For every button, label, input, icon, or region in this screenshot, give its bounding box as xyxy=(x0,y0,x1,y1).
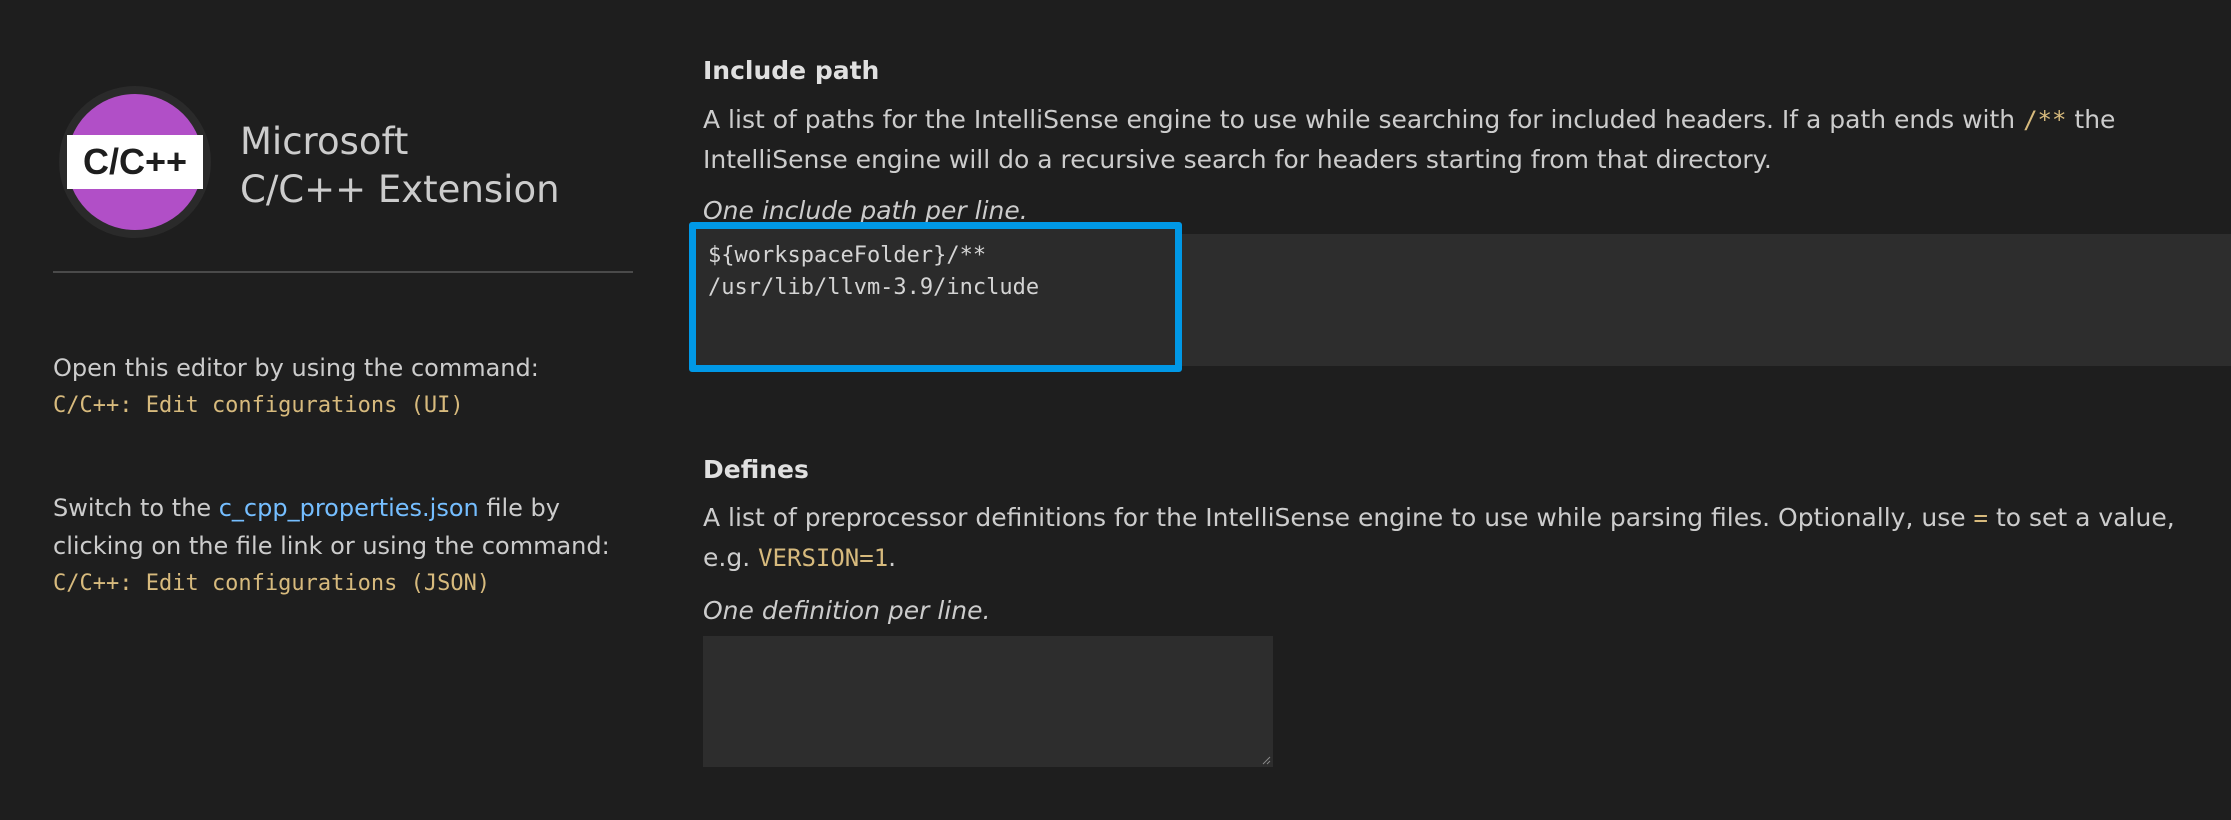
json-hint-suffix: file by xyxy=(478,494,560,522)
cpp-extension-logo: C/C++ xyxy=(58,85,212,239)
defines-desc-code2: VERSION=1 xyxy=(758,544,889,572)
include-path-description: A list of paths for the IntelliSense eng… xyxy=(703,100,2183,180)
json-file-link[interactable]: c_cpp_properties.json xyxy=(219,494,479,522)
include-path-title: Include path xyxy=(703,56,880,85)
resize-grip-icon[interactable] xyxy=(1261,755,1271,765)
include-path-value[interactable]: ${workspaceFolder}/** /usr/lib/llvm-3.9/… xyxy=(708,240,1039,304)
include-desc-part1: A list of paths for the IntelliSense eng… xyxy=(703,105,2024,134)
json-command: C/C++: Edit configurations (JSON) xyxy=(53,571,491,596)
defines-desc-part3: . xyxy=(888,543,897,572)
defines-description: A list of preprocessor definitions for t… xyxy=(703,498,2183,578)
extension-title: Microsoft C/C++ Extension xyxy=(240,118,560,214)
sidebar-divider xyxy=(53,271,633,273)
extension-title-line1: Microsoft xyxy=(240,120,409,163)
ui-editor-hint: Open this editor by using the command: C… xyxy=(53,349,539,425)
extension-title-line2: C/C++ Extension xyxy=(240,168,560,211)
json-editor-hint: Switch to the c_cpp_properties.json file… xyxy=(53,489,610,603)
ui-hint-text: Open this editor by using the command: xyxy=(53,354,539,382)
include-path-hint: One include path per line. xyxy=(703,196,1028,225)
ui-command: C/C++: Edit configurations (UI) xyxy=(53,393,464,418)
json-hint-prefix: Switch to the xyxy=(53,494,219,522)
json-hint-line2: clicking on the file link or using the c… xyxy=(53,532,610,560)
defines-hint: One definition per line. xyxy=(703,596,991,625)
logo-text: C/C++ xyxy=(83,141,187,182)
defines-desc-code1: = xyxy=(1973,504,1988,532)
defines-title: Defines xyxy=(703,455,809,484)
defines-textarea[interactable] xyxy=(703,636,1273,767)
include-desc-code: /** xyxy=(2023,106,2067,134)
defines-desc-part1: A list of preprocessor definitions for t… xyxy=(703,503,1974,532)
